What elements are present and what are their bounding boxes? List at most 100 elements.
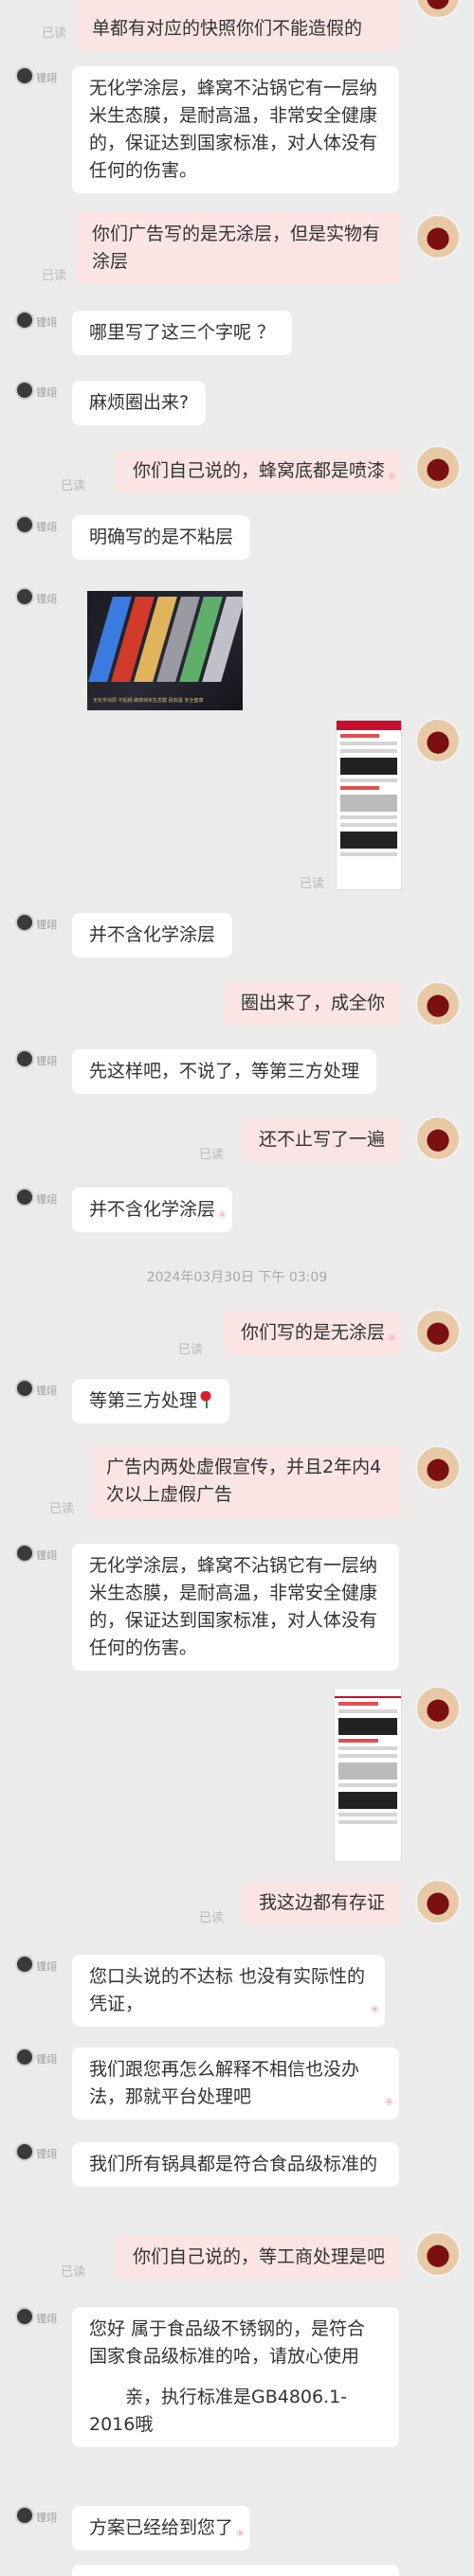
message-bubble-incoming: 等第三方处理	[72, 1379, 230, 1423]
message-text: 你们自己说的，等工商处理是吧	[132, 2246, 385, 2267]
avatar-user[interactable]	[415, 1445, 461, 1491]
sender-name: 锂翊	[36, 1385, 57, 1397]
avatar-user[interactable]	[415, 2231, 461, 2277]
message-bubble-incoming: 麻烦圈出来?	[72, 381, 207, 425]
avatar-merchant[interactable]	[15, 1955, 34, 1974]
message-bubble-incoming: 方案已经给到您了 ❀	[72, 2506, 251, 2550]
heart-deco-icon: ❀	[235, 2527, 246, 2539]
read-status: 已读	[178, 1343, 204, 1357]
chat-timestamp: 2024年03月30日 下午 03:09	[146, 1270, 328, 1285]
sender-name: 锂翊	[36, 1193, 57, 1206]
avatar-merchant[interactable]	[15, 1544, 34, 1563]
sender-name: 锂翊	[36, 593, 57, 605]
avatar-user[interactable]	[415, 214, 461, 259]
message-text: 明确写的是不粘层	[89, 527, 234, 547]
message-bubble-incoming: 我们所有锅具都是符合食品级标准的	[72, 2142, 399, 2187]
avatar-user[interactable]	[415, 1309, 461, 1354]
message-bubble-incoming: 您口头说的不达标 也没有实际性的凭证， ❀	[72, 1955, 385, 2027]
sender-name: 锂翊	[36, 919, 57, 931]
heart-deco-icon: ❀	[384, 2096, 393, 2108]
ad-screenshot-image[interactable]	[334, 1688, 402, 1862]
avatar-user[interactable]	[415, 1879, 461, 1924]
message-bubble-incoming: 无化学涂层，蜂窝不沾锅它有一层纳米生态膜，是耐高温，非常安全健康的，保证达到国家…	[72, 66, 399, 193]
read-status: 已读	[199, 1911, 225, 1925]
avatar-user[interactable]	[415, 1686, 461, 1731]
avatar-user[interactable]	[415, 981, 461, 1027]
message-text: 您口头说的不达标 也没有实际性的凭证，	[89, 1966, 366, 2014]
message-text: 圈出来了，成全你	[240, 993, 385, 1013]
heart-deco-icon: ❀	[387, 1332, 396, 1344]
message-bubble-outgoing: 你们自己说的，蜂窝底都是喷漆 ❀	[115, 449, 402, 493]
avatar-merchant[interactable]	[15, 2048, 34, 2066]
message-bubble-outgoing: 你们写的是无涂层 ❀	[223, 1311, 402, 1355]
message-text: 先这样吧，不说了，等第三方处理	[89, 1061, 360, 1082]
message-text: 并不含化学涂层	[89, 924, 216, 945]
message-text: 方案已经给到您了	[89, 2517, 234, 2538]
heart-deco-icon: ❀	[370, 2003, 379, 2015]
sender-name: 锂翊	[36, 1960, 57, 1973]
image-caption: 无化学涂层 不粘锅 蜂窝纳米生态膜 耐高温 安全健康	[93, 698, 204, 704]
avatar-user[interactable]	[415, 0, 461, 19]
avatar-user[interactable]	[415, 445, 461, 491]
message-bubble-incoming: 哪里写了这三个字呢 ？	[72, 311, 293, 355]
avatar-merchant[interactable]	[15, 587, 34, 606]
read-status: 已读	[61, 479, 86, 493]
avatar-merchant[interactable]	[15, 311, 34, 330]
avatar-merchant[interactable]	[15, 66, 34, 85]
message-text: 还不止写了一遍	[258, 1129, 385, 1150]
message-bubble-outgoing: 还不止写了一遍	[241, 1118, 402, 1162]
sender-name: 锂翊	[36, 2313, 57, 2325]
message-bubble-incoming: 您好 属于食品级不锈钢的，是符合国家食品级标准的哈，请放心使用 亲，执行标准是G…	[72, 2307, 399, 2447]
message-text: 无化学涂层，蜂窝不沾锅它有一层纳米生态膜，是耐高温，非常安全健康的，保证达到国家…	[89, 78, 378, 181]
avatar-merchant[interactable]	[15, 2506, 34, 2525]
message-text: 单都有对应的快照你们不能造假的	[92, 18, 363, 39]
avatar-merchant[interactable]	[15, 1379, 34, 1398]
message-text: 并不含化学涂层	[89, 1199, 216, 1220]
avatar-merchant[interactable]	[15, 913, 34, 932]
message-text: 等第三方处理	[89, 1390, 198, 1411]
avatar-merchant[interactable]	[15, 381, 34, 400]
message-bubble-incoming: 并不含化学涂层	[72, 913, 233, 957]
read-status: 已读	[300, 877, 325, 891]
read-status: 已读	[42, 27, 67, 41]
avatar-user[interactable]	[415, 1116, 461, 1161]
message-text: 你们自己说的，蜂窝底都是喷漆	[132, 460, 385, 481]
message-text: 无化学涂层，蜂窝不沾锅它有一层纳米生态膜，是耐高温，非常安全健康的，保证达到国家…	[89, 1555, 378, 1658]
avatar-merchant[interactable]	[15, 2307, 34, 2326]
message-text: 我这边都有存证	[258, 1892, 385, 1913]
message-text: 广告内两处虚假宣传，并且2年内4次以上虚假广告	[106, 1457, 382, 1505]
message-bubble-incoming: 无化学涂层，蜂窝不沾锅它有一层纳米生态膜，是耐高温，非常安全健康的，保证达到国家…	[72, 1544, 399, 1671]
message-text: 麻烦圈出来?	[89, 392, 190, 413]
message-bubble-outgoing: 你们自己说的，等工商处理是吧	[115, 2235, 402, 2280]
message-bubble-incoming: 先这样吧，不说了，等第三方处理	[72, 1049, 377, 1094]
sender-name: 锂翊	[36, 2512, 57, 2524]
message-bubble-outgoing: 单都有对应的快照你们不能造假的	[75, 0, 402, 51]
message-bubble-incoming: 并不含化学涂层 ❀	[72, 1188, 233, 1232]
message-bubble-outgoing: 圈出来了，成全你	[223, 981, 402, 1026]
avatar-merchant[interactable]	[15, 515, 34, 534]
message-text: 我们跟您再怎么解释不相信也没办法，那就平台处理吧	[89, 2059, 360, 2107]
sender-name: 锂翊	[36, 386, 57, 399]
heart-deco-icon: ❀	[217, 1208, 228, 1221]
avatar-user[interactable]	[415, 718, 461, 763]
avatar-merchant[interactable]	[15, 1188, 34, 1207]
sender-name: 锂翊	[36, 2053, 57, 2066]
message-bubble-outgoing: 我这边都有存证	[241, 1881, 402, 1925]
sender-name: 锂翊	[36, 1055, 57, 1067]
read-status: 已读	[42, 269, 67, 283]
read-status: 已读	[61, 2265, 86, 2280]
sender-name: 锂翊	[36, 1549, 57, 1562]
message-bubble-incoming: 明确写的是不粘层	[72, 515, 251, 560]
sender-name: 锂翊	[36, 72, 57, 84]
avatar-merchant[interactable]	[15, 1049, 34, 1068]
ad-screenshot-image[interactable]	[336, 720, 402, 890]
product-image[interactable]: 无化学涂层 不粘锅 蜂窝纳米生态膜 耐高温 安全健康	[87, 591, 243, 710]
sender-name: 锂翊	[36, 316, 57, 329]
rose-emoji	[199, 1391, 213, 1408]
message-bubble-incoming	[72, 2565, 399, 2576]
read-status: 已读	[49, 1502, 75, 1516]
avatar-merchant[interactable]	[15, 2142, 34, 2161]
sender-name: 锂翊	[36, 521, 57, 533]
message-text: 哪里写了这三个字呢 ？	[89, 322, 276, 343]
heart-deco-icon: ❀	[387, 470, 396, 482]
